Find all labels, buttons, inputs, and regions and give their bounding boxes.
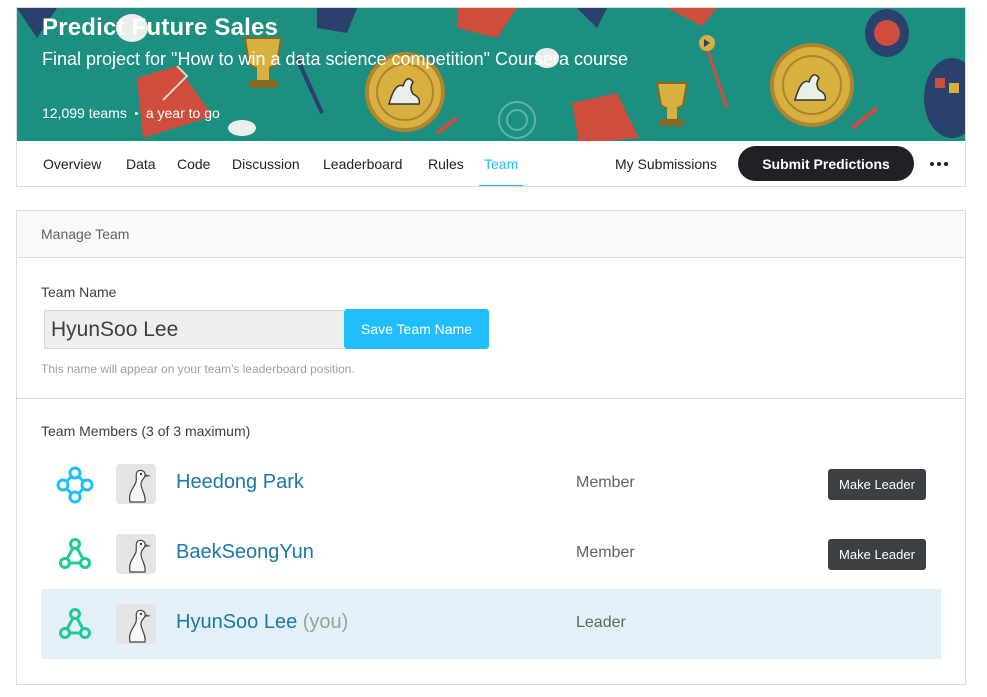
goose-avatar-icon [116, 464, 156, 504]
team-name-label: Team Name [41, 284, 117, 300]
team-members-title: Team Members (3 of 3 maximum) [41, 423, 251, 439]
manage-team-card: Manage Team Team Name Save Team Name Thi… [16, 210, 966, 685]
team-name-input[interactable] [44, 310, 344, 349]
expert-tier-icon [56, 466, 94, 504]
make-leader-button[interactable]: Make Leader [828, 539, 926, 570]
team-members-section: Team Members (3 of 3 maximum) Heedong Pa… [17, 399, 965, 684]
contributor-tier-icon [59, 538, 91, 569]
manage-team-header: Manage Team [17, 211, 965, 258]
member-name-link[interactable]: BaekSeongYun [176, 541, 314, 564]
tab-code[interactable]: Code [177, 141, 210, 186]
competition-tabs: Overview Data Code Discussion Leaderboar… [17, 141, 965, 186]
save-team-name-button[interactable]: Save Team Name [344, 309, 489, 349]
member-name-link[interactable]: HyunSoo Lee (you) [176, 611, 348, 634]
member-row-self: HyunSoo Lee (you) Leader [41, 589, 941, 659]
more-options-icon[interactable] [926, 153, 952, 175]
tab-data[interactable]: Data [126, 141, 156, 186]
teams-count: 12,099 teams [42, 105, 127, 121]
deadline: a year to go [145, 105, 220, 121]
team-name-section: Team Name Save Team Name This name will … [17, 258, 965, 399]
tab-discussion[interactable]: Discussion [232, 141, 300, 186]
goose-avatar-icon [116, 604, 156, 644]
tab-overview[interactable]: Overview [43, 141, 101, 186]
member-role: Leader [576, 614, 626, 631]
tab-rules[interactable]: Rules [428, 141, 464, 186]
goose-avatar-icon [116, 534, 156, 574]
competition-title: Predict Future Sales [42, 14, 279, 41]
member-role: Member [576, 474, 635, 491]
avatar[interactable] [116, 534, 156, 574]
member-name-link[interactable]: Heedong Park [176, 471, 304, 494]
member-row: Heedong Park Member Make Leader [41, 449, 941, 519]
separator-dot-icon [134, 111, 138, 115]
you-indicator: (you) [302, 611, 349, 633]
tab-leaderboard[interactable]: Leaderboard [323, 141, 402, 186]
member-row: BaekSeongYun Member Make Leader [41, 519, 941, 589]
tab-team[interactable]: Team [478, 141, 524, 186]
avatar[interactable] [116, 464, 156, 504]
avatar[interactable] [116, 604, 156, 644]
competition-subtitle: Final project for "How to win a data sci… [42, 49, 629, 69]
competition-header: Predict Future Sales Final project for "… [16, 7, 966, 187]
competition-meta: 12,099 teams a year to go [42, 105, 220, 121]
submit-predictions-button[interactable]: Submit Predictions [738, 146, 914, 181]
make-leader-button[interactable]: Make Leader [828, 469, 926, 500]
competition-banner: Predict Future Sales Final project for "… [17, 8, 965, 141]
contributor-tier-icon [59, 608, 91, 639]
member-role: Member [576, 544, 635, 561]
my-submissions-link[interactable]: My Submissions [615, 141, 717, 186]
team-name-hint: This name will appear on your team's lea… [41, 362, 355, 376]
